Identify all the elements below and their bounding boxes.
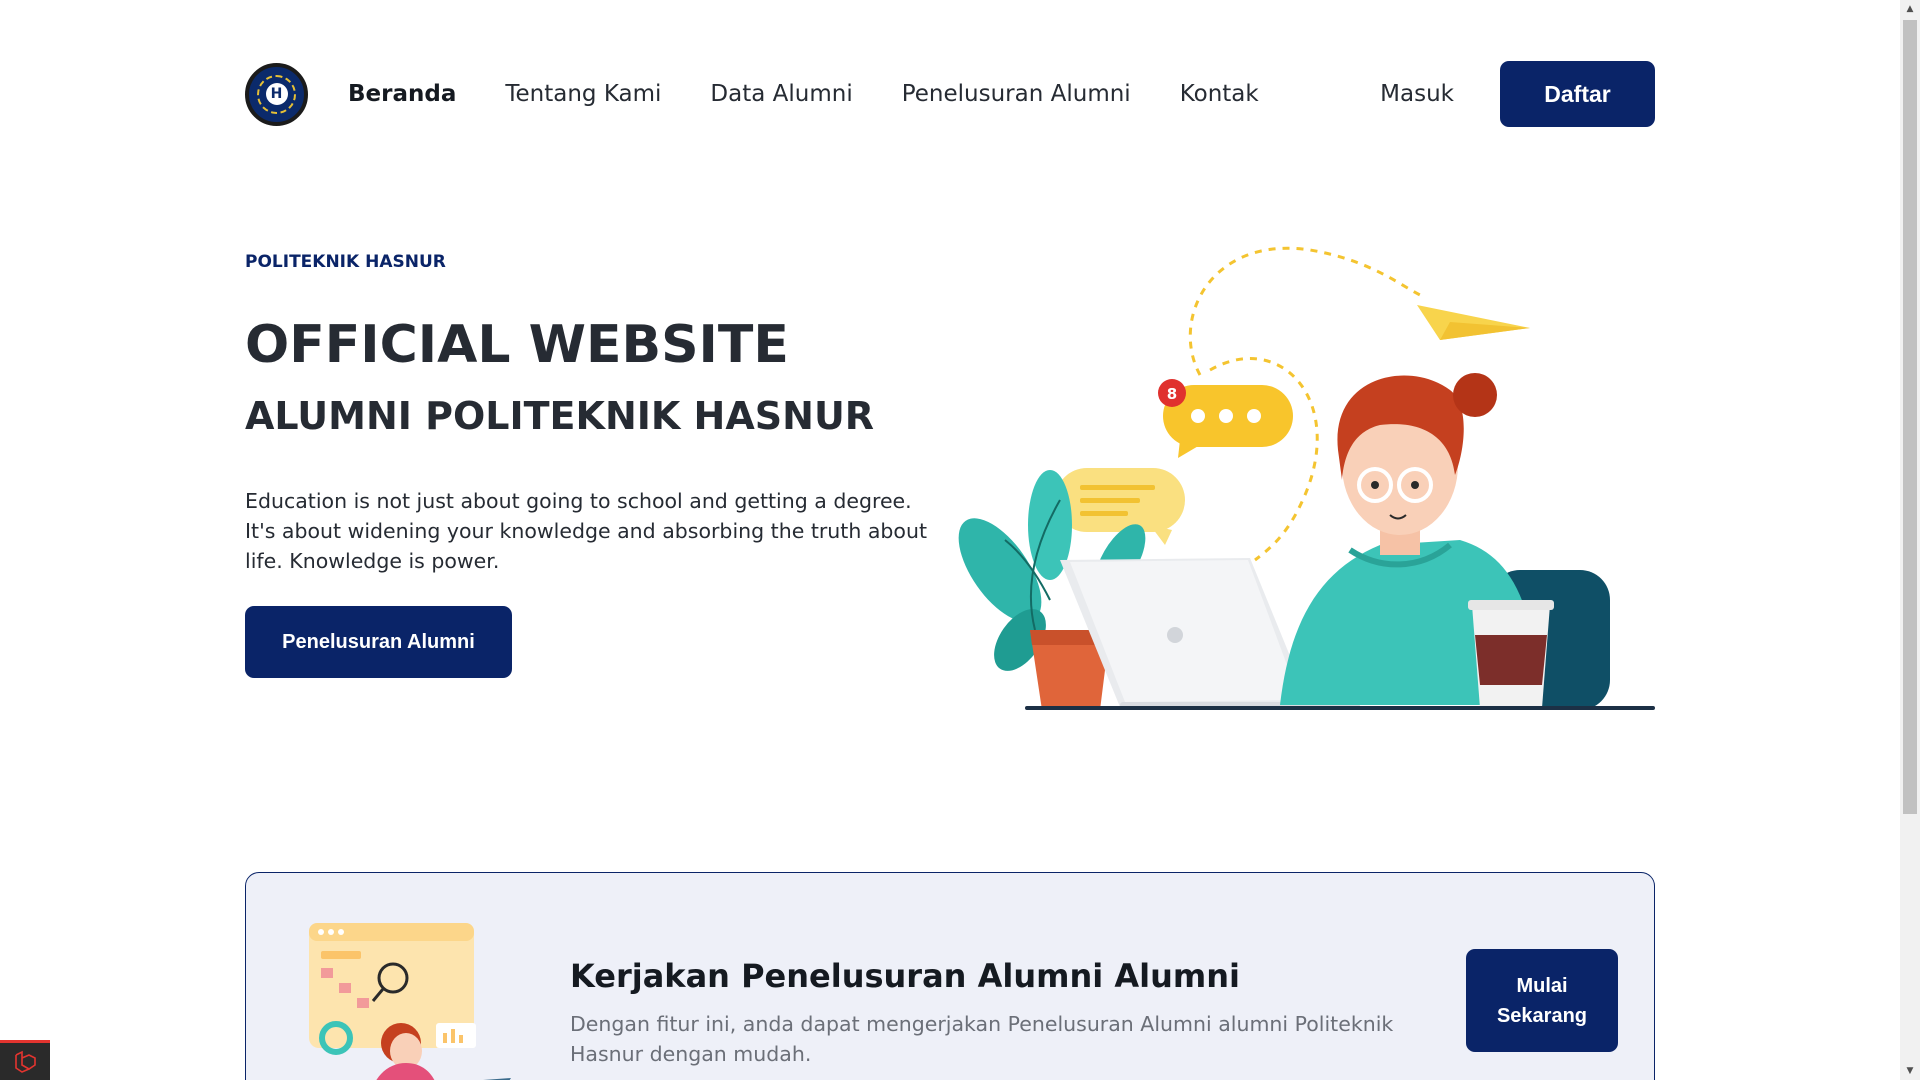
nav-item-tentang-kami[interactable]: Tentang Kami: [505, 81, 661, 107]
hero-subtitle: ALUMNI POLITEKNIK HASNUR: [245, 394, 875, 438]
chat-bubble-icon: 8: [1158, 379, 1293, 458]
scrollbar-thumb[interactable]: [1903, 20, 1917, 814]
triangle-up-icon[interactable]: ▲: [1900, 0, 1920, 18]
nav-item-data-alumni[interactable]: Data Alumni: [710, 81, 852, 107]
hero-title: OFFICIAL WEBSITE: [245, 315, 789, 375]
woman-illustration: [1280, 373, 1610, 710]
nav-item-penelusuran-alumni[interactable]: Penelusuran Alumni: [902, 81, 1131, 107]
hero-description: Education is not just about going to sch…: [245, 489, 927, 573]
hero-illustration: 8: [958, 246, 1655, 710]
desk-line: [1025, 706, 1655, 710]
logo-emblem: H: [257, 74, 296, 114]
paper-plane-icon: [1417, 305, 1530, 340]
register-button[interactable]: Daftar: [1500, 61, 1655, 127]
laravel-icon: [15, 1050, 36, 1073]
logo-letter: H: [265, 83, 288, 105]
coffee-cup-icon: [1468, 600, 1554, 708]
vertical-scrollbar[interactable]: ▲ ▼: [1900, 0, 1920, 1080]
card-title: Kerjakan Penelusuran Alumni Alumni: [570, 957, 1240, 995]
notification-count: 8: [1167, 385, 1177, 403]
laravel-debugbar-toggle[interactable]: [0, 1040, 50, 1080]
nav-links: Beranda Tentang Kami Data Alumni Penelus…: [348, 81, 1308, 107]
login-link[interactable]: Masuk: [1380, 81, 1454, 107]
nav-item-beranda[interactable]: Beranda: [348, 81, 456, 107]
main-navigation: H Beranda Tentang Kami Data Alumni Penel…: [245, 61, 1655, 127]
dashed-path: [1188, 246, 1421, 376]
hero-eyebrow: POLITEKNIK HASNUR: [245, 252, 446, 272]
triangle-down-icon[interactable]: ▼: [1900, 1062, 1920, 1080]
cta-card: Kerjakan Penelusuran Alumni Alumni Denga…: [245, 872, 1655, 1080]
nav-item-kontak[interactable]: Kontak: [1180, 81, 1259, 107]
politeknik-hasnur-logo[interactable]: H: [245, 62, 308, 126]
card-description: Dengan fitur ini, anda dapat mengerjakan…: [570, 1012, 1394, 1066]
page: H Beranda Tentang Kami Data Alumni Penel…: [0, 0, 1900, 1080]
card-illustration: [309, 923, 511, 1080]
auth-actions: Masuk Daftar: [1380, 61, 1655, 127]
start-now-button[interactable]: Mulai Sekarang: [1466, 949, 1618, 1052]
penelusuran-alumni-button[interactable]: Penelusuran Alumni: [245, 606, 512, 678]
